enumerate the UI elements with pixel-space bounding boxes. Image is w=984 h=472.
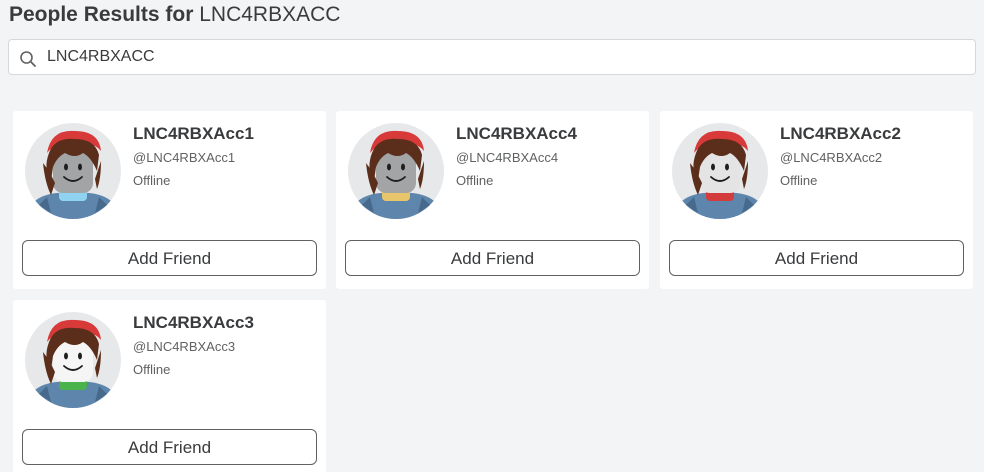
search-box[interactable]	[8, 39, 976, 75]
people-search-page: People Results for LNC4RBXACC LNC4RBXAcc…	[0, 0, 984, 472]
username: @LNC4RBXAcc1	[133, 150, 236, 165]
display-name[interactable]: LNC4RBXAcc1	[133, 124, 254, 144]
presence-status: Offline	[133, 173, 171, 188]
display-name[interactable]: LNC4RBXAcc4	[456, 124, 577, 144]
avatar[interactable]	[25, 312, 121, 408]
presence-status: Offline	[456, 173, 494, 188]
search-input[interactable]	[47, 40, 947, 74]
username: @LNC4RBXAcc2	[780, 150, 883, 165]
avatar[interactable]	[672, 123, 768, 219]
add-friend-button[interactable]: Add Friend	[22, 429, 317, 465]
user-card[interactable]: LNC4RBXAcc1 @LNC4RBXAcc1 Offline Add Fri…	[13, 111, 326, 289]
username: @LNC4RBXAcc4	[456, 150, 559, 165]
avatar-figure	[354, 130, 438, 219]
display-name[interactable]: LNC4RBXAcc2	[780, 124, 901, 144]
add-friend-button[interactable]: Add Friend	[22, 240, 317, 276]
presence-status: Offline	[780, 173, 818, 188]
username: @LNC4RBXAcc3	[133, 339, 236, 354]
avatar-figure	[31, 319, 115, 408]
page-title-prefix: People Results for	[9, 3, 194, 26]
avatar-figure	[678, 130, 762, 219]
avatar[interactable]	[25, 123, 121, 219]
user-card[interactable]: LNC4RBXAcc2 @LNC4RBXAcc2 Offline Add Fri…	[660, 111, 973, 289]
search-icon	[20, 51, 36, 67]
user-card[interactable]: LNC4RBXAcc3 @LNC4RBXAcc3 Offline Add Fri…	[13, 300, 326, 472]
avatar[interactable]	[348, 123, 444, 219]
add-friend-button[interactable]: Add Friend	[669, 240, 964, 276]
user-card[interactable]: LNC4RBXAcc4 @LNC4RBXAcc4 Offline Add Fri…	[336, 111, 649, 289]
add-friend-button[interactable]: Add Friend	[345, 240, 640, 276]
page-title-search-term: LNC4RBXACC	[199, 3, 341, 26]
avatar-figure	[31, 130, 115, 219]
page-title: People Results for LNC4RBXACC	[9, 2, 340, 28]
display-name[interactable]: LNC4RBXAcc3	[133, 313, 254, 333]
presence-status: Offline	[133, 362, 171, 377]
